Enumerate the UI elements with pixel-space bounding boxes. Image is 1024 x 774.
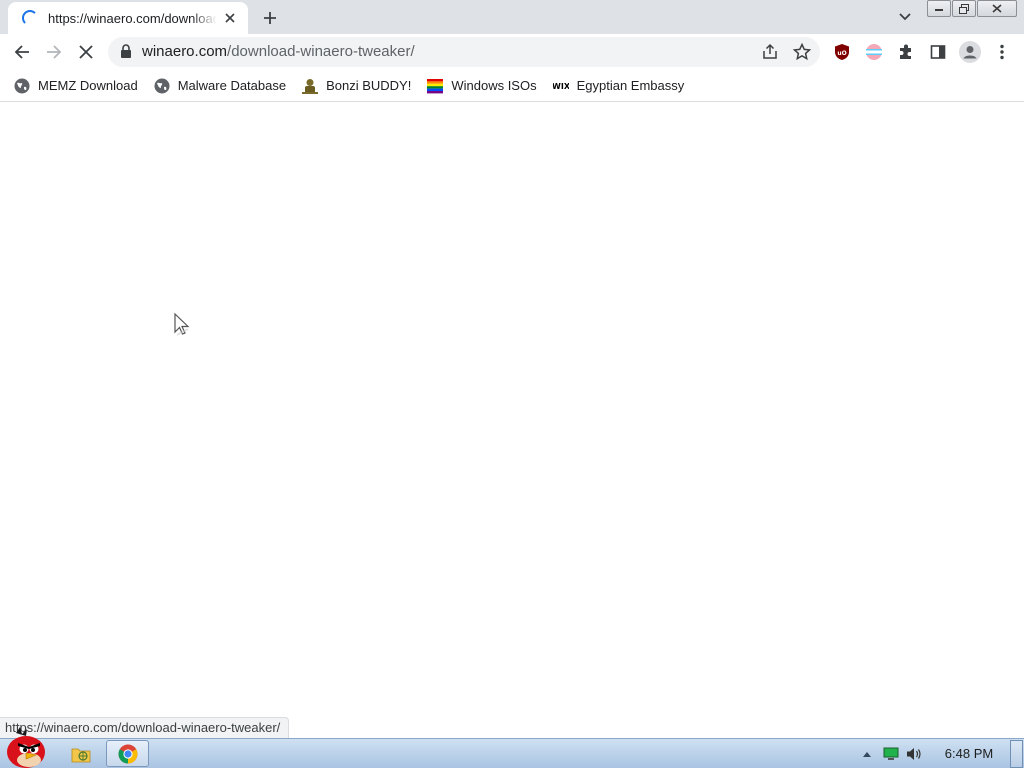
share-icon[interactable] bbox=[760, 42, 780, 62]
profile-avatar-icon[interactable] bbox=[958, 40, 982, 64]
tab-title: https://winaero.com/download-winaero-twe… bbox=[48, 10, 217, 26]
globe-icon bbox=[14, 78, 30, 94]
rainbow-flag-icon bbox=[427, 78, 444, 94]
forward-button[interactable] bbox=[40, 38, 68, 66]
tab-winaero[interactable]: https://winaero.com/download-winaero-twe… bbox=[8, 2, 248, 34]
tab-strip: https://winaero.com/download-winaero-twe… bbox=[0, 0, 1024, 34]
back-button[interactable] bbox=[8, 38, 36, 66]
chrome-icon bbox=[118, 744, 137, 763]
window-controls bbox=[927, 0, 1018, 17]
svg-text:uO: uO bbox=[837, 50, 846, 57]
bookmark-label: Malware Database bbox=[177, 78, 287, 93]
loading-spinner-icon bbox=[22, 10, 38, 26]
minimize-button[interactable] bbox=[927, 0, 951, 17]
wix-icon: WIX bbox=[553, 78, 569, 94]
bookmark-label: Windows ISOs bbox=[451, 78, 537, 93]
bookmarks-bar: MEMZ Download Malware Database Bonzi BUD… bbox=[0, 70, 1024, 102]
globe-icon bbox=[154, 78, 170, 94]
taskbar: 6:48 PM bbox=[0, 727, 1024, 768]
bookmark-windows-isos[interactable]: Windows ISOs bbox=[427, 72, 537, 100]
start-button-angry-bird-icon[interactable] bbox=[2, 727, 50, 769]
network-monitor-icon[interactable] bbox=[882, 745, 900, 763]
url-path: /download-winaero-tweaker/ bbox=[227, 43, 415, 60]
bookmark-egyptian-embassy[interactable]: WIX Egyptian Embassy bbox=[553, 72, 685, 100]
address-bar[interactable]: winaero.com/download-winaero-tweaker/ bbox=[108, 37, 820, 67]
tab-close-icon[interactable] bbox=[223, 10, 239, 26]
bookmark-label: MEMZ Download bbox=[38, 78, 138, 93]
taskbar-chrome-button[interactable] bbox=[106, 740, 149, 767]
show-hidden-icons-arrow-icon[interactable] bbox=[858, 745, 876, 763]
extension-flag-icon[interactable] bbox=[864, 42, 884, 62]
url-text[interactable]: winaero.com/download-winaero-tweaker/ bbox=[142, 43, 415, 60]
bookmark-label: Bonzi BUDDY! bbox=[326, 78, 412, 93]
side-panel-icon[interactable] bbox=[928, 42, 948, 62]
bookmark-label: Egyptian Embassy bbox=[576, 78, 685, 93]
volume-speaker-icon[interactable] bbox=[905, 745, 923, 763]
ublock-origin-icon[interactable]: uO bbox=[832, 42, 852, 62]
taskbar-explorer-icon[interactable] bbox=[66, 740, 96, 767]
close-window-button[interactable] bbox=[977, 0, 1017, 17]
taskbar-clock[interactable]: 6:48 PM bbox=[938, 746, 1000, 761]
bookmark-bonzi-buddy[interactable]: Bonzi BUDDY! bbox=[302, 72, 411, 100]
page-content[interactable] bbox=[0, 103, 1024, 738]
svg-text:WIX: WIX bbox=[553, 82, 569, 91]
browser-toolbar: winaero.com/download-winaero-tweaker/ uO bbox=[0, 34, 1024, 70]
show-desktop-button[interactable] bbox=[1010, 740, 1023, 768]
bookmark-star-icon[interactable] bbox=[792, 42, 812, 62]
mouse-cursor-icon bbox=[173, 312, 191, 343]
tab-search-chevron-icon[interactable] bbox=[894, 6, 916, 28]
new-tab-button[interactable] bbox=[258, 6, 282, 30]
bookmark-memz-download[interactable]: MEMZ Download bbox=[14, 72, 138, 100]
extensions-puzzle-icon[interactable] bbox=[896, 42, 916, 62]
chrome-menu-icon[interactable] bbox=[992, 42, 1012, 62]
bonzi-icon bbox=[302, 78, 319, 94]
bookmark-malware-database[interactable]: Malware Database bbox=[154, 72, 286, 100]
restore-button[interactable] bbox=[952, 0, 976, 17]
url-domain: winaero.com bbox=[142, 43, 228, 60]
lock-icon[interactable] bbox=[120, 44, 132, 64]
stop-loading-button[interactable] bbox=[72, 38, 100, 66]
